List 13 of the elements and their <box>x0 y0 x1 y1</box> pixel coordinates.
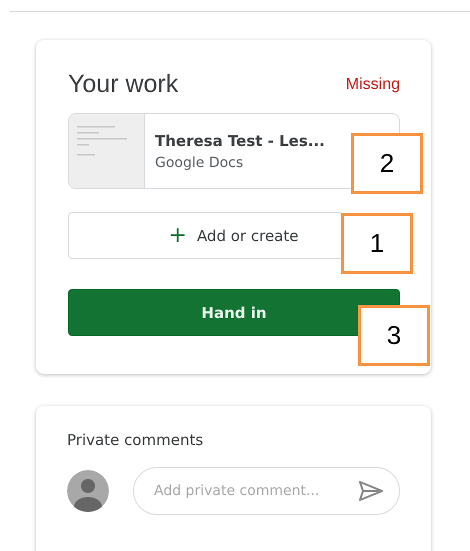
number-callout: 3 <box>358 305 430 366</box>
status-label: Missing <box>346 76 400 94</box>
document-thumbnail-icon <box>69 114 145 188</box>
number-callout: 1 <box>341 213 413 274</box>
send-icon[interactable] <box>358 480 384 502</box>
card-title: Private comments <box>67 431 204 449</box>
card-title: Your work <box>68 70 178 99</box>
number-callout: 2 <box>351 133 423 194</box>
comment-field[interactable]: Add private comment... <box>133 467 400 515</box>
add-or-create-button[interactable]: + Add or create <box>68 212 341 259</box>
attachment-type: Google Docs <box>155 154 244 170</box>
attachment-title: Theresa Test - Les... <box>155 132 325 150</box>
avatar-icon <box>67 470 109 512</box>
